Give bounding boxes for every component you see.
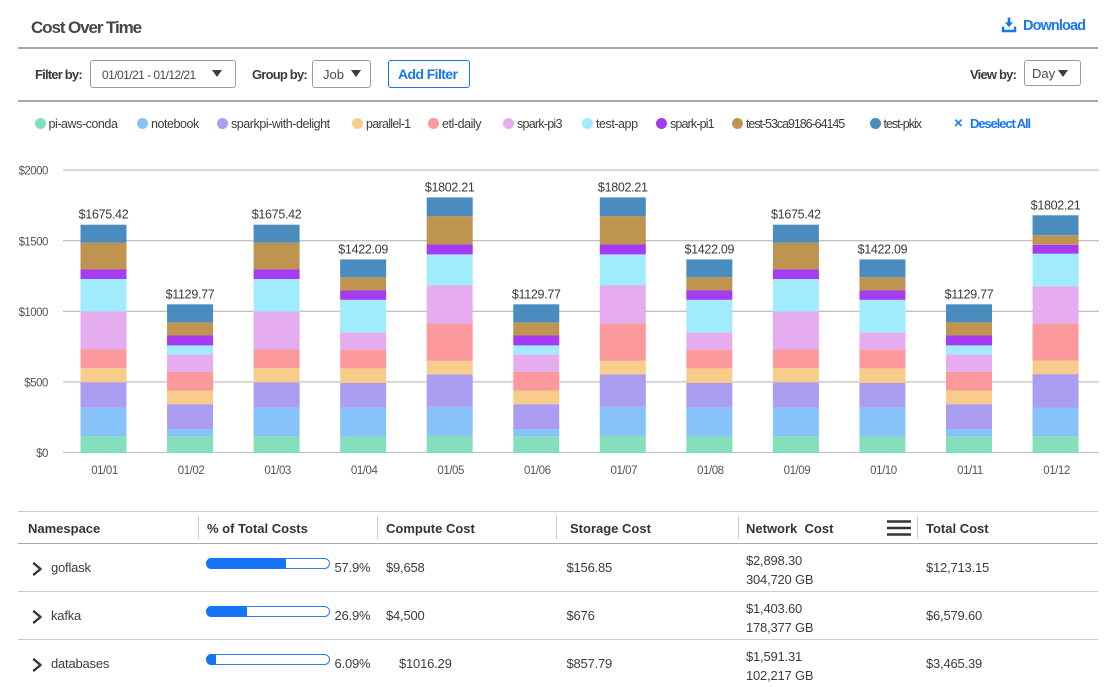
svg-text:$1129.77: $1129.77: [512, 287, 561, 301]
svg-text:01/11: 01/11: [957, 465, 983, 477]
svg-text:$1675.42: $1675.42: [79, 208, 129, 222]
svg-text:$1422.09: $1422.09: [684, 242, 734, 256]
svg-text:$1802.21: $1802.21: [1031, 198, 1081, 212]
svg-text:01/05: 01/05: [437, 465, 464, 477]
svg-text:01/02: 01/02: [178, 465, 205, 477]
svg-text:01/01: 01/01: [91, 465, 118, 477]
svg-text:$1802.21: $1802.21: [598, 180, 648, 194]
svg-text:$2000: $2000: [19, 166, 48, 178]
svg-text:01/07: 01/07: [611, 465, 638, 477]
svg-text:$1675.42: $1675.42: [252, 208, 302, 222]
svg-text:$1802.21: $1802.21: [425, 180, 475, 194]
svg-text:$500: $500: [24, 378, 48, 390]
svg-text:01/10: 01/10: [870, 465, 897, 477]
svg-text:$1500: $1500: [19, 236, 48, 248]
svg-text:01/06: 01/06: [524, 465, 551, 477]
svg-text:$0: $0: [36, 448, 48, 460]
svg-text:$1675.42: $1675.42: [771, 208, 821, 222]
svg-text:$1422.09: $1422.09: [858, 242, 908, 256]
svg-text:01/09: 01/09: [784, 465, 811, 477]
svg-text:01/08: 01/08: [697, 465, 724, 477]
svg-text:$1000: $1000: [19, 307, 48, 319]
svg-text:$1129.77: $1129.77: [166, 287, 215, 301]
svg-text:$1422.09: $1422.09: [338, 242, 388, 256]
svg-text:$1129.77: $1129.77: [945, 287, 994, 301]
svg-text:01/12: 01/12: [1043, 465, 1070, 477]
svg-text:01/04: 01/04: [351, 465, 379, 477]
svg-text:01/03: 01/03: [264, 465, 291, 477]
